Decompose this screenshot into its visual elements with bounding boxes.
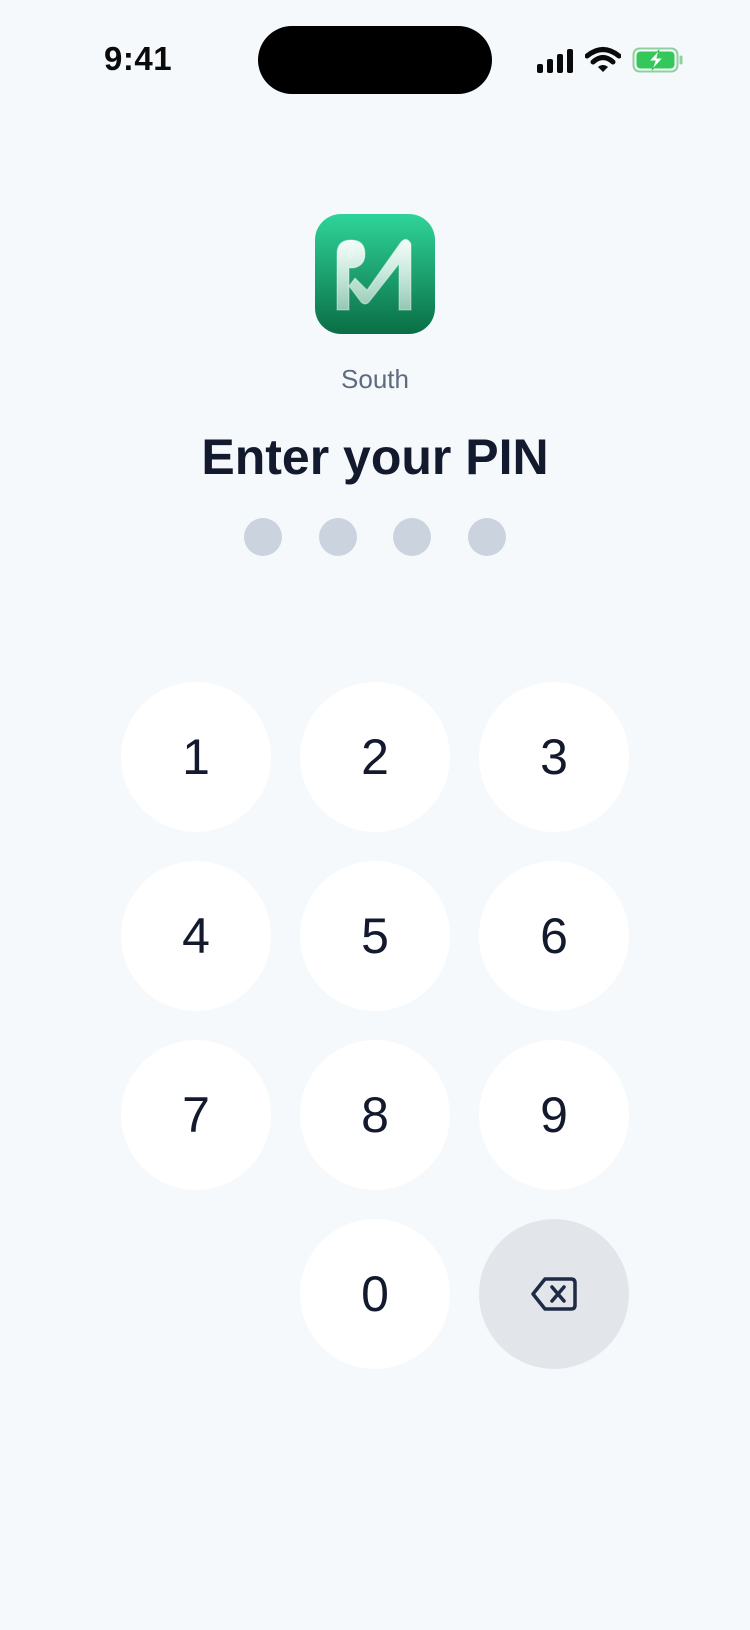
key-0-button[interactable]: 0 bbox=[300, 1219, 450, 1369]
delete-button[interactable] bbox=[479, 1219, 629, 1369]
key-6-button[interactable]: 6 bbox=[479, 861, 629, 1011]
battery-charging-icon bbox=[632, 47, 683, 73]
key-1-button[interactable]: 1 bbox=[121, 682, 271, 832]
dynamic-island bbox=[258, 26, 492, 94]
pin-dot bbox=[468, 518, 506, 556]
app-name: South bbox=[341, 364, 409, 394]
wifi-icon bbox=[585, 47, 621, 72]
status-time: 9:41 bbox=[104, 40, 173, 77]
pin-dot bbox=[319, 518, 357, 556]
key-5-button[interactable]: 5 bbox=[300, 861, 450, 1011]
app-logo-icon bbox=[315, 214, 435, 334]
key-2-button[interactable]: 2 bbox=[300, 682, 450, 832]
status-bar: 9:41 bbox=[0, 0, 750, 120]
pin-indicator bbox=[244, 518, 506, 556]
key-7-button[interactable]: 7 bbox=[121, 1040, 271, 1190]
app-logo bbox=[315, 214, 435, 334]
signal-icon bbox=[537, 49, 573, 73]
key-9-button[interactable]: 9 bbox=[479, 1040, 629, 1190]
key-4-button[interactable]: 4 bbox=[121, 861, 271, 1011]
key-8-button[interactable]: 8 bbox=[300, 1040, 450, 1190]
key-3-button[interactable]: 3 bbox=[479, 682, 629, 832]
backspace-icon bbox=[531, 1277, 577, 1311]
pin-dot bbox=[244, 518, 282, 556]
pin-dot bbox=[393, 518, 431, 556]
page-title: Enter your PIN bbox=[201, 429, 549, 485]
